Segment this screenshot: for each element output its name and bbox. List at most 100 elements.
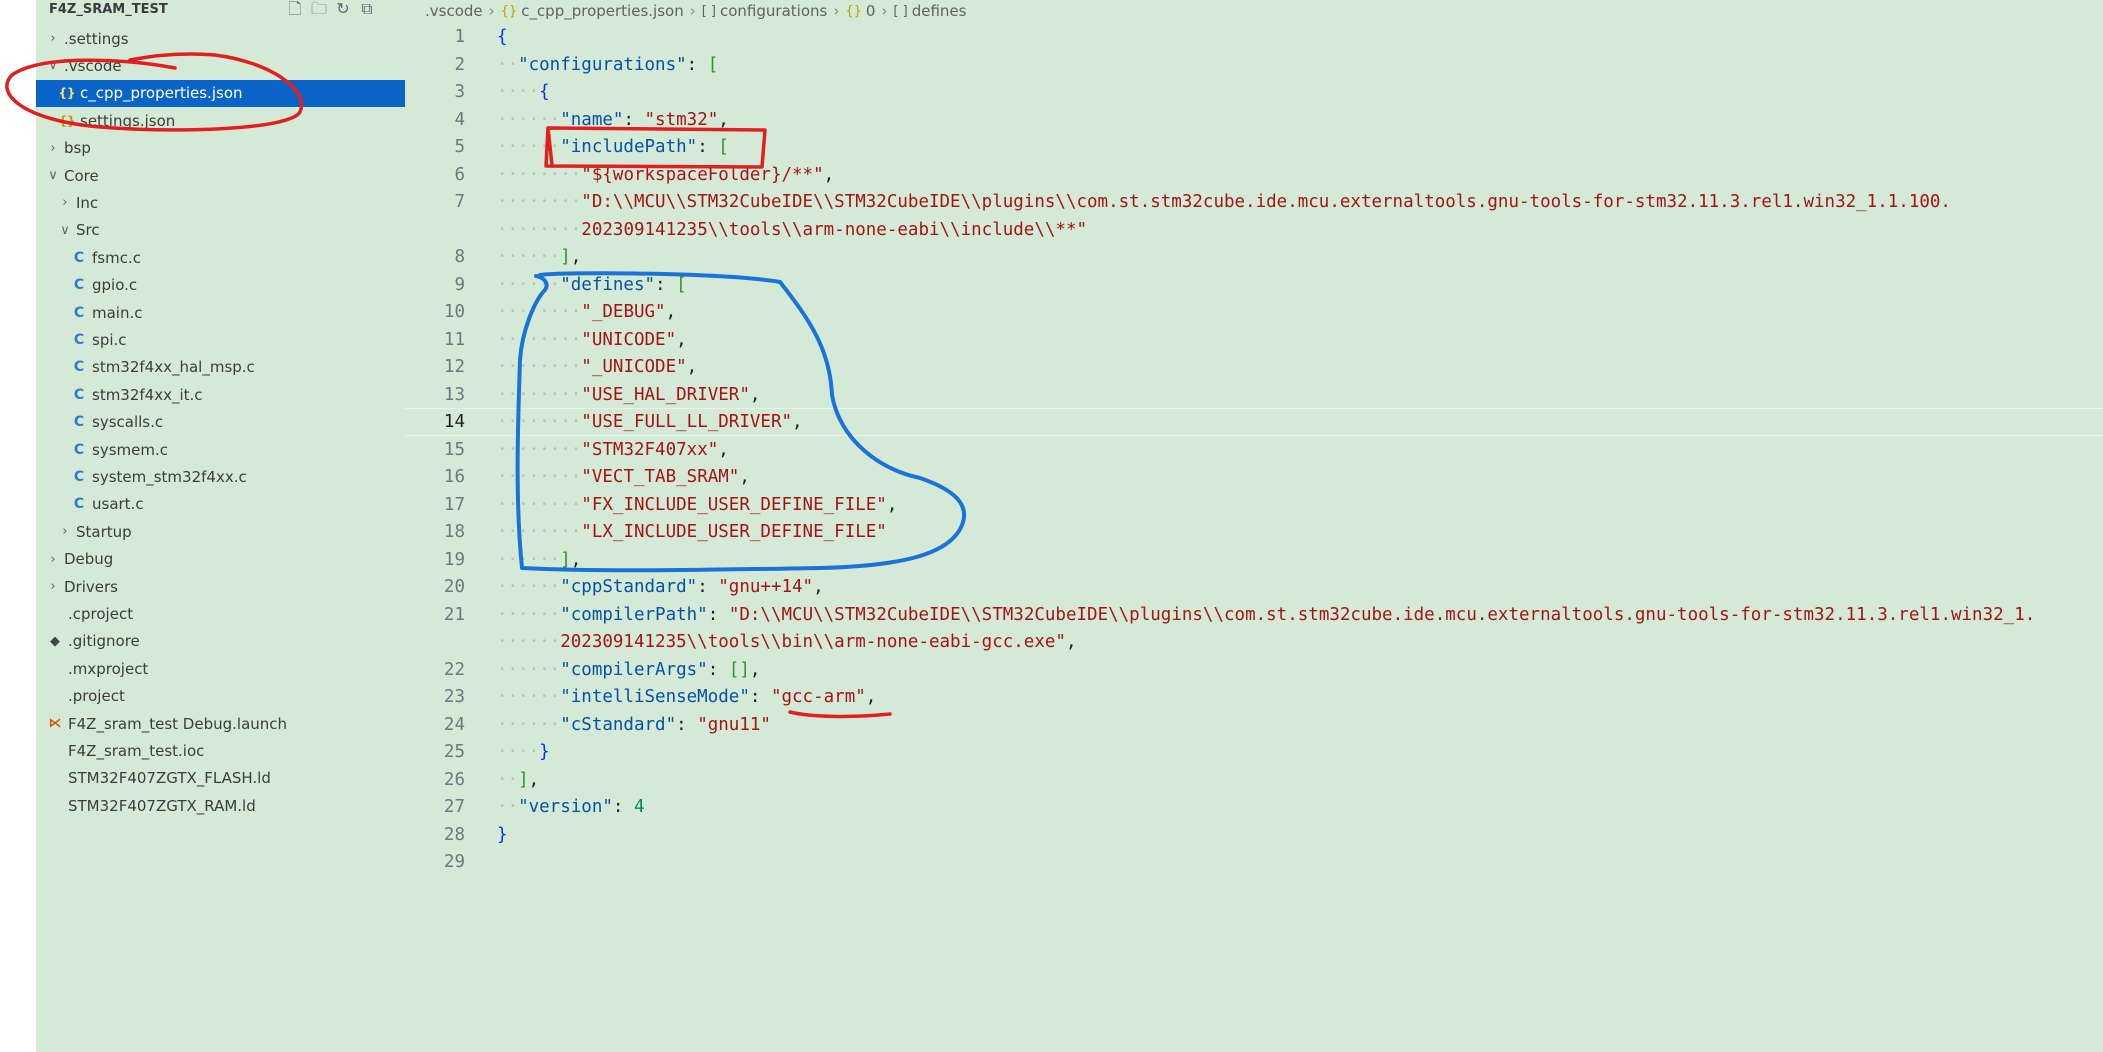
code-line[interactable]: 22 ······"compilerArgs": [],: [405, 657, 2103, 685]
chevron-down-icon[interactable]: ∨: [46, 168, 60, 183]
json-file-icon: {}: [58, 113, 76, 128]
chevron-right-icon[interactable]: ›: [46, 579, 60, 594]
breadcrumb-item[interactable]: 0: [866, 2, 876, 20]
tree-item[interactable]: .mxproject: [36, 655, 405, 682]
new-file-icon[interactable]: 🗋: [284, 0, 306, 20]
c-file-icon: C: [73, 304, 85, 321]
tree-item[interactable]: .cproject: [36, 600, 405, 627]
code-text: ······"defines": [: [497, 272, 687, 300]
indent-whitespace: ········: [497, 219, 582, 240]
chevron-right-icon[interactable]: ›: [46, 31, 60, 46]
tree-item[interactable]: ∨ Src: [36, 217, 405, 244]
tree-item[interactable]: Cmain.c: [36, 299, 405, 326]
code-token: 202309141235\\tools\\arm-none-eabi\\incl…: [581, 219, 1088, 240]
tree-item[interactable]: STM32F407ZGTX_RAM.ld: [36, 792, 405, 819]
code-line[interactable]: ········202309141235\\tools\\arm-none-ea…: [405, 217, 2103, 245]
code-line[interactable]: 15 ········"STM32F407xx",: [405, 437, 2103, 465]
code-line[interactable]: 17 ········"FX_INCLUDE_USER_DEFINE_FILE",: [405, 492, 2103, 520]
tree-item[interactable]: Cfsmc.c: [36, 244, 405, 271]
tree-item[interactable]: › .settings: [36, 25, 405, 52]
chevron-right-icon[interactable]: ›: [46, 552, 60, 567]
chevron-right-icon[interactable]: ›: [58, 524, 72, 539]
code-line[interactable]: 7 ········"D:\\MCU\\STM32CubeIDE\\STM32Cu…: [405, 189, 2103, 217]
code-line[interactable]: 8 ······],: [405, 244, 2103, 272]
line-number: 17: [443, 494, 465, 515]
chevron-down-icon[interactable]: ∨: [58, 223, 72, 238]
code-line[interactable]: 18 ········"LX_INCLUDE_USER_DEFINE_FILE": [405, 519, 2103, 547]
code-line[interactable]: 25 ····}: [405, 739, 2103, 767]
code-line[interactable]: 9 ······"defines": [: [405, 272, 2103, 300]
tree-item[interactable]: Csystem_stm32f4xx.c: [36, 463, 405, 490]
tree-item[interactable]: Csysmem.c: [36, 436, 405, 463]
code-line[interactable]: 3 ····{: [405, 79, 2103, 107]
tree-item[interactable]: Cusart.c: [36, 491, 405, 518]
code-line[interactable]: 1{: [405, 24, 2103, 52]
code-text: ······"includePath": [: [497, 134, 729, 162]
tree-item[interactable]: › bsp: [36, 135, 405, 162]
tree-item[interactable]: ⋉ F4Z_sram_test Debug.launch: [36, 710, 405, 737]
tree-item[interactable]: › Debug: [36, 546, 405, 573]
line-number: 6: [454, 164, 465, 185]
tree-item-label: settings.json: [80, 111, 176, 130]
tree-item[interactable]: Cgpio.c: [36, 272, 405, 299]
breadcrumb-item[interactable]: .vscode: [425, 2, 483, 20]
indent-whitespace: ······: [497, 137, 561, 157]
tree-item-label: fsmc.c: [92, 248, 141, 267]
code-line[interactable]: 21 ······"compilerPath": "D:\\MCU\\STM32C…: [405, 602, 2103, 630]
tree-item[interactable]: Csyscalls.c: [36, 409, 405, 436]
tree-item[interactable]: › Drivers: [36, 573, 405, 600]
code-line[interactable]: 13 ········"USE_HAL_DRIVER",: [405, 382, 2103, 410]
indent-whitespace: ········: [497, 467, 582, 487]
line-number: 13: [443, 384, 465, 405]
code-line[interactable]: 14 ········"USE_FULL_LL_DRIVER",: [405, 409, 2103, 437]
tree-item[interactable]: ◆ .gitignore: [36, 628, 405, 655]
refresh-icon[interactable]: ↻: [332, 0, 354, 20]
tree-item[interactable]: Cstm32f4xx_hal_msp.c: [36, 354, 405, 381]
code-line[interactable]: 10 ········"_DEBUG",: [405, 299, 2103, 327]
chevron-right-icon[interactable]: ›: [46, 141, 60, 156]
code-line[interactable]: 24 ······"cStandard": "gnu11": [405, 712, 2103, 740]
code-text: ········"D:\\MCU\\STM32CubeIDE\\STM32Cub…: [497, 189, 1951, 217]
code-line[interactable]: 12 ········"_UNICODE",: [405, 354, 2103, 382]
code-token: "USE_FULL_LL_DRIVER": [581, 412, 793, 432]
code-token: "cStandard": [560, 714, 677, 735]
code-line[interactable]: 27 ··"version": 4: [405, 794, 2103, 822]
code-line[interactable]: 23 ······"intelliSenseMode": "gcc-arm",: [405, 684, 2103, 712]
code-line[interactable]: 28}: [405, 822, 2103, 850]
line-number: 10: [443, 302, 465, 322]
tree-item[interactable]: ∨ Core: [36, 162, 405, 189]
collapse-all-icon[interactable]: ⧉: [356, 0, 378, 20]
tree-item[interactable]: F4Z_sram_test.ioc: [36, 737, 405, 764]
tree-item[interactable]: › Inc: [36, 189, 405, 216]
new-folder-icon[interactable]: 🗀: [308, 0, 330, 20]
breadcrumb-item[interactable]: c_cpp_properties.json: [521, 2, 684, 20]
code-line[interactable]: 4 ······"name": "stm32",: [405, 107, 2103, 135]
code-line[interactable]: 5 ······"includePath": [: [405, 134, 2103, 162]
code-line[interactable]: 2 ··"configurations": [: [405, 52, 2103, 80]
tree-item[interactable]: ∨ .vscode: [36, 52, 405, 79]
breadcrumb-item[interactable]: configurations: [720, 2, 827, 20]
breadcrumb-item[interactable]: defines: [912, 2, 967, 20]
tree-item[interactable]: Cspi.c: [36, 326, 405, 353]
tree-item[interactable]: {} c_cpp_properties.json: [36, 79, 405, 107]
code-line[interactable]: 19 ······],: [405, 547, 2103, 575]
tree-item-label: Debug: [64, 550, 114, 569]
chevron-right-icon[interactable]: ›: [58, 195, 72, 210]
tree-item[interactable]: .project: [36, 683, 405, 710]
tree-item[interactable]: {} settings.json: [36, 107, 405, 134]
tree-item[interactable]: Cstm32f4xx_it.c: [36, 381, 405, 408]
tree-item-label: .cproject: [68, 604, 134, 623]
code-line[interactable]: ······202309141235\\tools\\bin\\arm-none…: [405, 629, 2103, 657]
code-line[interactable]: 16 ········"VECT_TAB_SRAM",: [405, 464, 2103, 492]
code-line[interactable]: 20 ······"cppStandard": "gnu++14",: [405, 574, 2103, 602]
code-line[interactable]: 11 ········"UNICODE",: [405, 327, 2103, 355]
array-icon: [ ]: [893, 3, 908, 19]
chevron-down-icon[interactable]: ∨: [46, 58, 60, 73]
tree-item[interactable]: › Startup: [36, 518, 405, 545]
breadcrumb-separator-icon: ›: [833, 2, 840, 20]
line-number: 28: [443, 824, 465, 845]
code-line[interactable]: 26 ··],: [405, 767, 2103, 795]
tree-item[interactable]: STM32F407ZGTX_FLASH.ld: [36, 765, 405, 792]
code-line[interactable]: 29: [405, 849, 2103, 877]
code-line[interactable]: 6 ········"${workspaceFolder}/**",: [405, 162, 2103, 190]
